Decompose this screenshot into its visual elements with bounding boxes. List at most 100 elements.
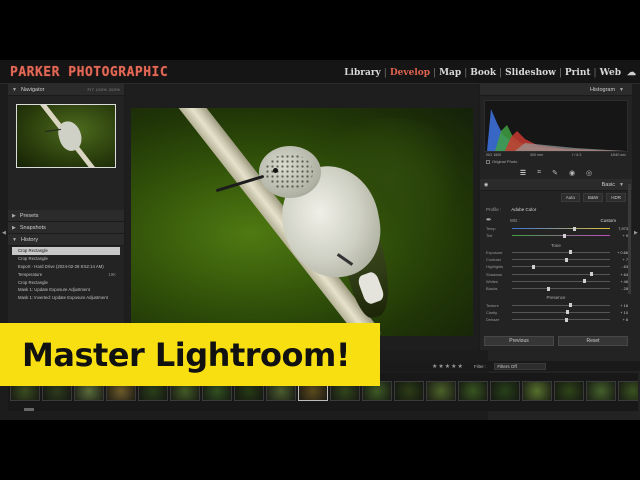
slider-whites[interactable]: Whites + 46 <box>480 278 632 285</box>
slider-knob[interactable] <box>562 233 566 238</box>
slider-knob[interactable] <box>565 310 569 315</box>
module-slideshow[interactable]: Slideshow <box>503 68 558 78</box>
slider-value[interactable]: + 16 <box>614 303 628 308</box>
profile-value[interactable]: Adobe Color <box>511 207 536 212</box>
slider-value[interactable]: - 63 <box>614 264 628 269</box>
slider-knob[interactable] <box>531 264 535 269</box>
filmstrip-thumbnail[interactable] <box>490 381 520 401</box>
slider-shadows[interactable]: Shadows + 64 <box>480 270 632 277</box>
slider-knob[interactable] <box>564 257 568 262</box>
histogram[interactable] <box>484 100 628 152</box>
module-print[interactable]: Print <box>563 68 593 78</box>
module-web[interactable]: Web <box>598 68 623 78</box>
heal-icon[interactable]: ✎ <box>552 169 558 177</box>
reset-button[interactable]: Reset <box>558 336 628 346</box>
filmstrip-scrollbar[interactable] <box>24 408 34 411</box>
slider-temp[interactable]: Temp 7,973 <box>480 225 632 232</box>
filmstrip-thumbnail[interactable] <box>522 381 552 401</box>
slider-value[interactable]: + 64 <box>614 272 628 277</box>
mask-icon[interactable]: ◎ <box>586 169 592 177</box>
edit-icon[interactable]: ☰ <box>520 169 526 177</box>
slider-dehaze[interactable]: Dehaze + 8 <box>480 316 632 323</box>
history-item[interactable]: Crop Rectangle <box>12 255 120 263</box>
navigator-zoom-options[interactable]: FIT 100% 200% <box>87 87 120 92</box>
slider-track[interactable] <box>512 233 610 238</box>
slider-track[interactable] <box>512 257 610 262</box>
slider-track[interactable] <box>512 279 610 284</box>
slider-clarity[interactable]: Clarity + 10 <box>480 309 632 316</box>
slider-track[interactable] <box>512 264 610 269</box>
slider-knob[interactable] <box>547 286 551 291</box>
filmstrip-thumbnail[interactable] <box>394 381 424 401</box>
eyedropper-icon[interactable]: ✒ <box>486 216 492 224</box>
histogram-header[interactable]: Histogram ▼ <box>480 84 632 96</box>
slider-track[interactable] <box>512 310 610 315</box>
treatment-auto-button[interactable]: Auto <box>560 193 580 202</box>
original-photo-toggle[interactable]: Original Photo <box>480 158 632 165</box>
slider-knob[interactable] <box>564 317 568 322</box>
slider-value[interactable]: + 46 <box>614 279 628 284</box>
module-library[interactable]: Library <box>342 68 383 78</box>
filter-select[interactable]: Filters Off <box>494 362 547 370</box>
wb-row[interactable]: ✒ WB : Custom <box>480 215 632 225</box>
navigator-header[interactable]: ▼ Navigator FIT 100% 200% <box>8 84 124 96</box>
filmstrip-thumbnail[interactable] <box>458 381 488 401</box>
slider-exposure[interactable]: Exposure + 0.66 <box>480 249 632 256</box>
slider-track[interactable] <box>512 303 610 308</box>
slider-highlights[interactable]: Highlights - 63 <box>480 263 632 270</box>
hummingbird-photo[interactable] <box>131 108 473 336</box>
slider-value[interactable]: + 7 <box>614 257 628 262</box>
crop-icon[interactable]: ⌗ <box>537 169 541 177</box>
module-book[interactable]: Book <box>468 68 498 78</box>
module-map[interactable]: Map <box>437 68 463 78</box>
left-panel-toggle-icon[interactable]: ◀ <box>2 230 6 236</box>
slider-blacks[interactable]: Blacks - 28 <box>480 285 632 292</box>
slider-value[interactable]: + 0.66 <box>614 250 628 255</box>
basic-header[interactable]: ◉ Basic ▼ <box>480 179 632 191</box>
module-develop[interactable]: Develop <box>388 68 432 78</box>
slider-knob[interactable] <box>582 279 586 284</box>
redeye-icon[interactable]: ◉ <box>569 169 575 177</box>
image-canvas[interactable] <box>125 84 478 350</box>
filmstrip-thumbnail[interactable] <box>618 381 638 401</box>
right-panel-toggle-icon[interactable]: ▶ <box>634 230 638 236</box>
checkbox-icon[interactable] <box>486 159 490 164</box>
history-header[interactable]: ▼ History × <box>8 234 640 420</box>
slider-texture[interactable]: Texture + 16 <box>480 301 632 308</box>
slider-knob[interactable] <box>568 303 572 308</box>
history-item[interactable]: Mask 1: Inverted: Update Exposure Adjust… <box>12 294 120 302</box>
filmstrip-thumbnail[interactable] <box>426 381 456 401</box>
slider-value[interactable]: 7,973 <box>614 226 628 231</box>
treatment-hdr-button[interactable]: HDR <box>606 193 626 202</box>
history-item[interactable]: Export - Hard Drive (2024-02-28 8:52:14 … <box>12 263 120 271</box>
cloud-sync-icon[interactable]: ☁ <box>627 68 636 78</box>
history-item[interactable]: Crop Rectangle <box>12 279 120 287</box>
slider-knob[interactable] <box>590 272 594 277</box>
panel-scrollbar[interactable] <box>628 184 631 294</box>
previous-button[interactable]: Previous <box>484 336 554 346</box>
slider-value[interactable]: + 8 <box>614 317 628 322</box>
history-item[interactable]: Temperature 19K <box>12 271 120 279</box>
slider-value[interactable]: - 28 <box>614 286 628 291</box>
slider-value[interactable]: + 10 <box>614 310 628 315</box>
slider-value[interactable]: + 9 <box>614 233 628 238</box>
slider-track[interactable] <box>512 226 610 231</box>
eye-icon[interactable]: ◉ <box>484 182 488 188</box>
snapshots-header[interactable]: ▶ Snapshots + <box>8 222 640 420</box>
slider-track[interactable] <box>512 272 610 277</box>
filmstrip-thumbnail[interactable] <box>554 381 584 401</box>
history-item[interactable]: Mask 1: Update Exposure Adjustment <box>12 286 120 294</box>
slider-contrast[interactable]: Contrast + 7 <box>480 256 632 263</box>
slider-knob[interactable] <box>572 226 576 231</box>
slider-knob[interactable] <box>568 250 572 255</box>
slider-tint[interactable]: Tint + 9 <box>480 232 632 239</box>
slider-track[interactable] <box>512 317 610 322</box>
history-item[interactable]: Crop Rectangle <box>12 247 120 255</box>
profile-row[interactable]: Profile : Adobe Color <box>480 204 632 215</box>
slider-track[interactable] <box>512 286 610 291</box>
navigator-preview[interactable] <box>16 104 116 168</box>
filmstrip-thumbnail[interactable] <box>586 381 616 401</box>
presets-header[interactable]: ▶ Presets + <box>8 210 640 420</box>
rating-filter[interactable]: ★★★★★ <box>432 363 464 370</box>
slider-track[interactable] <box>512 250 610 255</box>
